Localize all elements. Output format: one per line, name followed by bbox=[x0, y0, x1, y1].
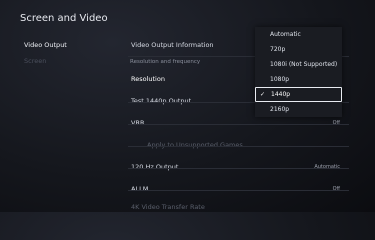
resolution-option-720p[interactable]: 720p bbox=[255, 42, 342, 57]
resolution-label: Resolution bbox=[131, 75, 165, 83]
vrr-value: Off bbox=[332, 120, 340, 126]
bottom-partial-setting[interactable]: 4K Video Transfer Rate bbox=[128, 200, 348, 214]
resolution-dropdown: Automatic 720p 1080i (Not Supported) 108… bbox=[255, 27, 342, 117]
video-output-information-label: Video Output Information bbox=[131, 41, 214, 49]
resolution-option-1080p[interactable]: 1080p bbox=[255, 72, 342, 87]
page-title: Screen and Video bbox=[20, 13, 108, 24]
divider bbox=[128, 124, 349, 125]
120hz-output-setting[interactable]: 120 Hz Output Automatic bbox=[128, 156, 348, 178]
test-1440p-label: Test 1440p Output bbox=[131, 97, 192, 105]
resolution-option-1080i[interactable]: 1080i (Not Supported) bbox=[255, 57, 342, 72]
resolution-option-2160p[interactable]: 2160p bbox=[255, 102, 342, 117]
option-label: 720p bbox=[270, 46, 286, 53]
option-label: Automatic bbox=[270, 31, 301, 38]
allm-value: Off bbox=[332, 186, 340, 192]
option-label: 1080i (Not Supported) bbox=[270, 61, 338, 68]
bottom-partial-label: 4K Video Transfer Rate bbox=[131, 203, 205, 211]
120hz-label: 120 Hz Output bbox=[131, 163, 179, 171]
resolution-option-automatic[interactable]: Automatic bbox=[255, 27, 342, 42]
divider bbox=[128, 190, 349, 191]
allm-label: ALLM bbox=[131, 185, 149, 193]
vrr-label: VRR bbox=[131, 119, 145, 127]
option-label: 2160p bbox=[270, 106, 290, 113]
sidebar-item-video-output[interactable]: Video Output bbox=[18, 37, 116, 53]
apply-unsupported-setting: Apply to Unsupported Games bbox=[128, 134, 348, 156]
resolution-option-1440p[interactable]: ✓ 1440p bbox=[255, 87, 342, 102]
apply-unsupported-label: Apply to Unsupported Games bbox=[147, 141, 243, 149]
allm-setting[interactable]: ALLM Off bbox=[128, 178, 348, 200]
divider bbox=[128, 168, 349, 169]
checkmark-icon: ✓ bbox=[260, 91, 266, 98]
option-label: 1080p bbox=[270, 76, 290, 83]
sidebar-item-screen[interactable]: Screen bbox=[18, 53, 116, 69]
sidebar-nav: Video Output Screen bbox=[18, 37, 116, 69]
option-label: 1440p bbox=[271, 91, 291, 98]
120hz-value: Automatic bbox=[314, 164, 340, 170]
divider bbox=[128, 146, 349, 147]
